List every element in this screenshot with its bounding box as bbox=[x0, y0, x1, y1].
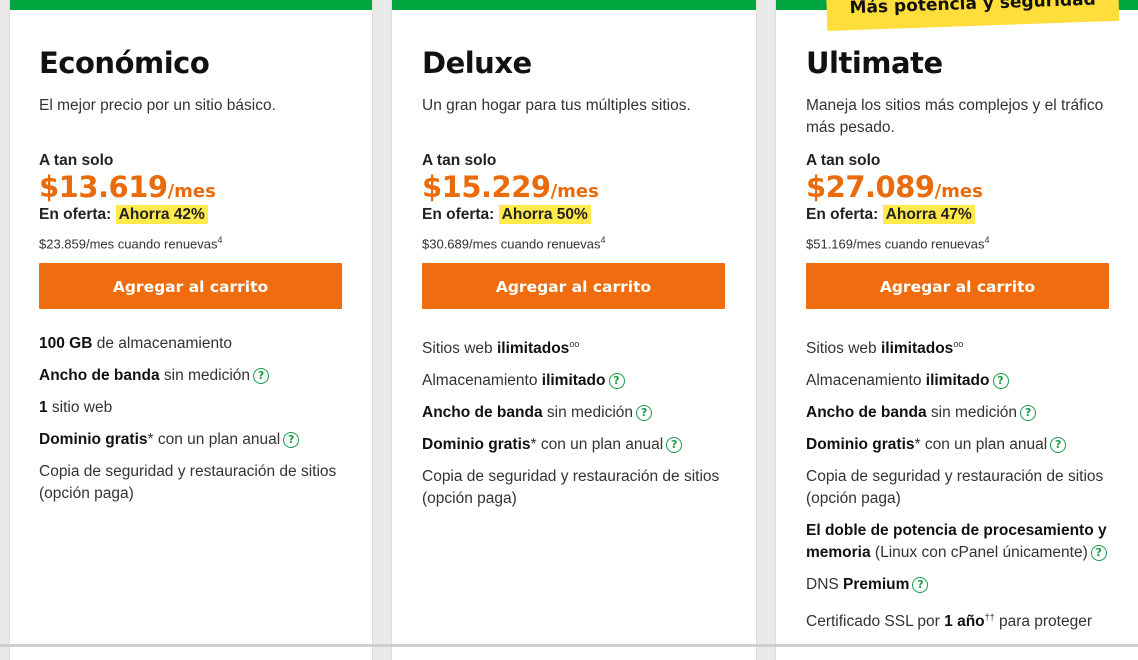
offer-line: En oferta: Ahorra 50% bbox=[422, 205, 591, 224]
feature-domain: Dominio gratis* con un plan anual? bbox=[806, 434, 1110, 456]
feature-bandwidth: Ancho de banda sin medición? bbox=[422, 402, 726, 424]
feature-storage: Almacenamiento ilimitado? bbox=[422, 370, 726, 392]
help-icon[interactable]: ? bbox=[608, 373, 625, 390]
plan-title: Ultimate bbox=[806, 46, 943, 80]
renew-price: $23.859/mes cuando renuevas4 bbox=[39, 235, 223, 252]
plan-card-ultimate: Ultimate Maneja los sitios más complejos… bbox=[776, 0, 1138, 660]
feature-websites: Sitios web ilimitadosoo bbox=[422, 339, 580, 358]
plan-tagline: Maneja los sitios más complejos y el trá… bbox=[806, 97, 1104, 136]
price-intro: A tan solo bbox=[422, 152, 497, 169]
feature-processing: El doble de potencia de procesamiento y … bbox=[806, 522, 1107, 562]
help-icon[interactable]: ? bbox=[636, 405, 653, 422]
feature-backup: Copia de seguridad y restauración de sit… bbox=[806, 468, 1104, 508]
feature-bandwidth: Ancho de banda sin medición? bbox=[39, 365, 343, 387]
add-to-cart-button[interactable]: Agregar al carrito bbox=[806, 263, 1109, 309]
feature-domain: Dominio gratis* con un plan anual? bbox=[422, 434, 726, 456]
renew-price: $30.689/mes cuando renuevas4 bbox=[422, 235, 606, 252]
help-icon[interactable]: ? bbox=[1020, 405, 1037, 422]
help-icon[interactable]: ? bbox=[666, 437, 683, 454]
plan-title: Económico bbox=[39, 46, 210, 80]
help-icon[interactable]: ? bbox=[1090, 545, 1107, 562]
add-to-cart-button[interactable]: Agregar al carrito bbox=[422, 263, 725, 309]
feature-domain: Dominio gratis* con un plan anual? bbox=[39, 429, 343, 451]
plan-price: $13.619/mes bbox=[39, 170, 216, 204]
feature-list: Sitios web ilimitadosoo Almacenamiento i… bbox=[806, 333, 1110, 643]
feature-backup: Copia de seguridad y restauración de sit… bbox=[39, 463, 337, 502]
help-icon[interactable]: ? bbox=[253, 367, 270, 384]
feature-websites: 1 sitio web bbox=[39, 399, 113, 416]
plan-card-economico: Económico El mejor precio por un sitio b… bbox=[10, 0, 372, 660]
feature-ssl: Certificado SSL por 1 año†† para protege… bbox=[806, 612, 1093, 631]
feature-list: 100 GB de almacenamiento Ancho de banda … bbox=[39, 333, 343, 515]
feature-websites: Sitios web ilimitadosoo bbox=[806, 339, 964, 358]
price-intro: A tan solo bbox=[39, 152, 114, 169]
plan-price: $27.089/mes bbox=[806, 170, 983, 204]
offer-line: En oferta: Ahorra 47% bbox=[806, 205, 975, 224]
savings-badge: Ahorra 50% bbox=[498, 205, 591, 224]
feature-dns: DNS Premium? bbox=[806, 574, 1110, 596]
plan-card-deluxe: Deluxe Un gran hogar para tus múltiples … bbox=[392, 0, 756, 660]
feature-storage: Almacenamiento ilimitado? bbox=[806, 370, 1110, 392]
help-icon[interactable]: ? bbox=[912, 577, 929, 594]
help-icon[interactable]: ? bbox=[992, 373, 1009, 390]
feature-list: Sitios web ilimitadosoo Almacenamiento i… bbox=[422, 333, 726, 520]
offer-line: En oferta: Ahorra 42% bbox=[39, 205, 208, 224]
feature-backup: Copia de seguridad y restauración de sit… bbox=[422, 468, 720, 508]
renew-price: $51.169/mes cuando renuevas4 bbox=[806, 235, 990, 252]
price-intro: A tan solo bbox=[806, 152, 881, 169]
plan-title: Deluxe bbox=[422, 46, 532, 80]
help-icon[interactable]: ? bbox=[1050, 437, 1067, 454]
add-to-cart-button[interactable]: Agregar al carrito bbox=[39, 263, 342, 309]
plan-tagline: El mejor precio por un sitio básico. bbox=[39, 97, 276, 114]
feature-storage: 100 GB de almacenamiento bbox=[39, 335, 233, 352]
help-icon[interactable]: ? bbox=[283, 431, 300, 448]
plan-tagline: Un gran hogar para tus múltiples sitios. bbox=[422, 97, 691, 114]
feature-bandwidth: Ancho de banda sin medición? bbox=[806, 402, 1110, 424]
savings-badge: Ahorra 42% bbox=[115, 205, 208, 224]
savings-badge: Ahorra 47% bbox=[882, 205, 975, 224]
plan-price: $15.229/mes bbox=[422, 170, 599, 204]
